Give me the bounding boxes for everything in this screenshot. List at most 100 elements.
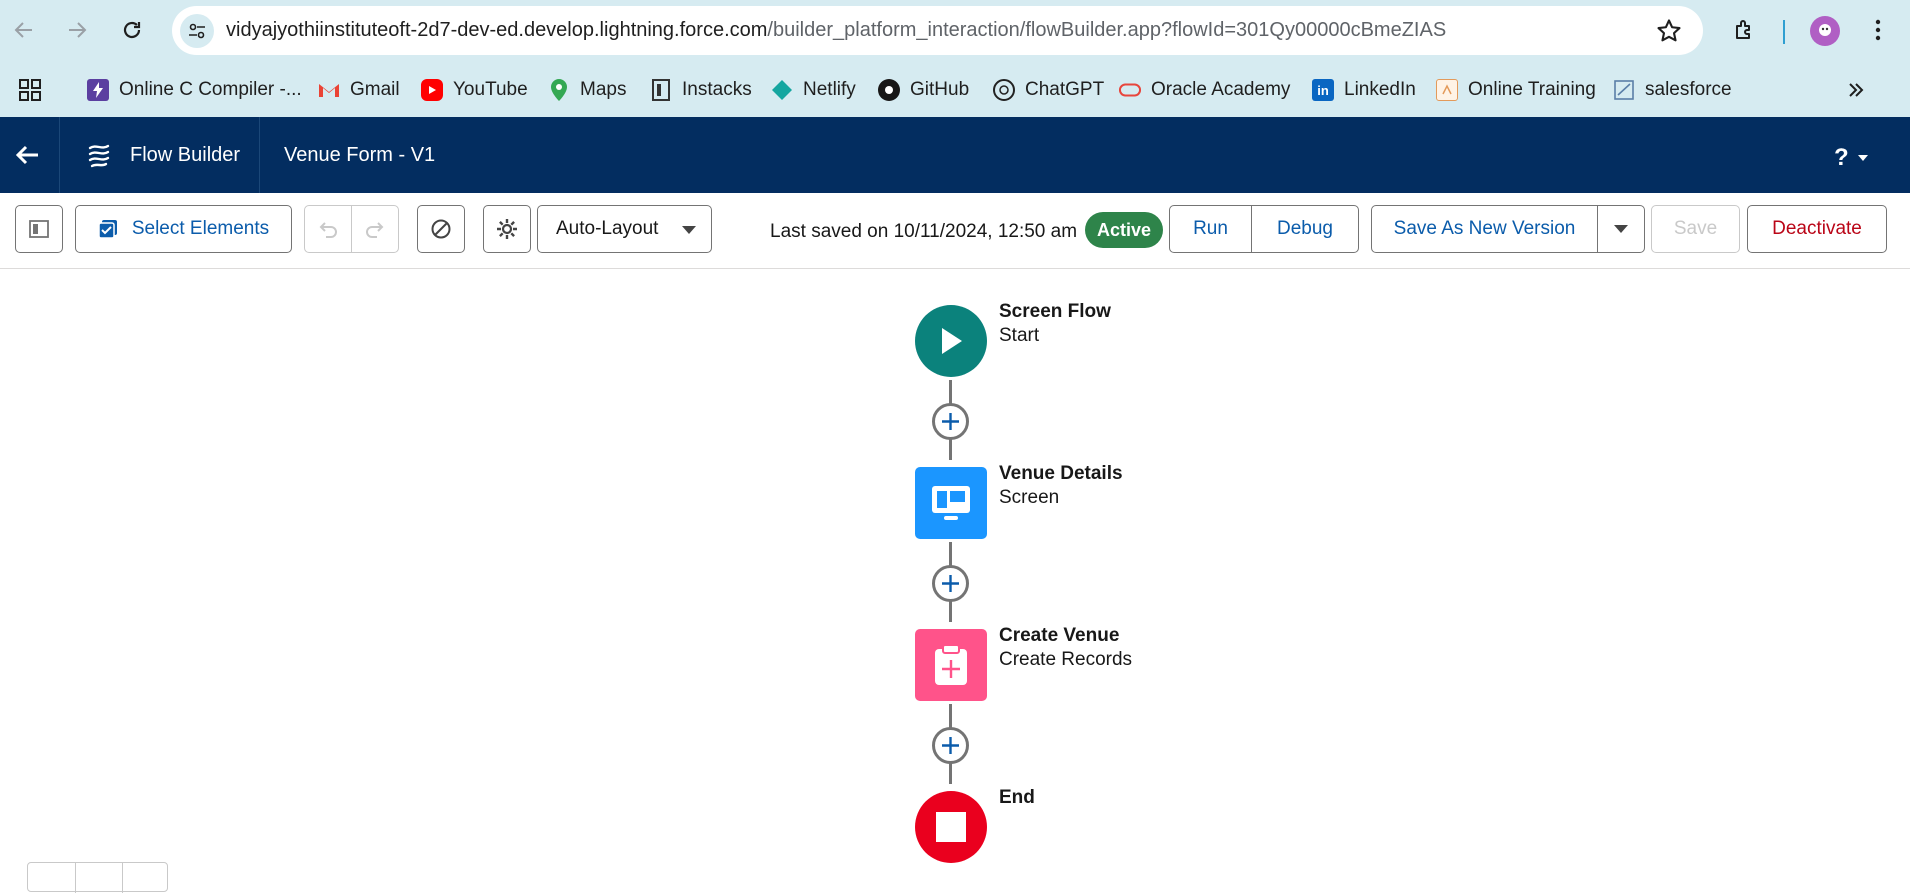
toggle-panel-button[interactable] <box>15 205 63 253</box>
run-label: Run <box>1193 218 1228 239</box>
plus-icon <box>942 413 959 430</box>
debug-button[interactable]: Debug <box>1251 205 1359 253</box>
maps-icon <box>548 79 570 101</box>
bookmark-label: salesforce <box>1645 79 1732 100</box>
address-bar[interactable]: vidyajyothiinstituteoft-2d7-dev-ed.devel… <box>172 6 1703 55</box>
layout-select[interactable]: Auto-Layout <box>537 205 712 253</box>
reload-icon[interactable] <box>114 12 150 48</box>
screen-node[interactable] <box>915 467 987 539</box>
stop-icon <box>936 812 966 842</box>
bookmark-netlify[interactable]: Netlify <box>771 76 856 104</box>
back-nav-icon[interactable] <box>6 12 42 48</box>
start-node-label[interactable]: Screen Flow Start <box>999 300 1111 348</box>
undo-button[interactable] <box>304 205 352 253</box>
canvas-zoom-controls[interactable] <box>27 862 168 893</box>
ban-icon <box>431 219 451 239</box>
select-elements-label: Select Elements <box>131 218 270 239</box>
zoom-divider <box>122 863 123 893</box>
bookmark-label: Netlify <box>803 79 856 100</box>
zoom-divider <box>75 863 76 893</box>
plus-icon <box>942 737 959 754</box>
save-button[interactable]: Save <box>1651 205 1740 253</box>
bookmark-youtube[interactable]: YouTube <box>421 76 528 104</box>
add-element-button[interactable] <box>932 403 969 440</box>
run-button[interactable]: Run <box>1169 205 1252 253</box>
chatgpt-icon <box>993 79 1015 101</box>
bookmark-online-c-compiler[interactable]: Online C Compiler -... <box>87 76 302 104</box>
play-icon <box>942 328 962 354</box>
app-name: Flow Builder <box>130 144 241 166</box>
deactivate-button[interactable]: Deactivate <box>1747 205 1887 253</box>
save-as-new-version-button[interactable]: Save As New Version <box>1371 205 1598 253</box>
bookmark-linkedin[interactable]: in LinkedIn <box>1312 76 1416 104</box>
flow-name: Venue Form - V1 <box>284 144 436 166</box>
undo-icon <box>319 222 337 238</box>
panel-toggle-icon <box>29 220 49 238</box>
save-options-dropdown[interactable] <box>1597 205 1645 253</box>
bookmark-github[interactable]: GitHub <box>878 76 969 104</box>
help-icon: ? <box>1834 144 1849 171</box>
extensions-icon[interactable] <box>1726 12 1762 48</box>
training-icon <box>1436 79 1458 101</box>
node-title: Venue Details <box>999 463 1123 484</box>
node-subtitle: Create Records <box>999 649 1133 670</box>
start-node[interactable] <box>915 305 987 377</box>
profile-avatar[interactable] <box>1810 16 1840 46</box>
add-element-button[interactable] <box>932 565 969 602</box>
end-node-label[interactable]: End <box>999 786 1035 810</box>
bookmark-maps[interactable]: Maps <box>548 76 626 104</box>
linkedin-icon: in <box>1312 79 1334 101</box>
plus-icon <box>942 575 959 592</box>
more-bookmarks-icon[interactable] <box>1846 76 1866 104</box>
screen-icon <box>932 486 970 520</box>
node-subtitle: Start <box>999 325 1040 346</box>
chevron-down-icon <box>682 226 696 234</box>
select-elements-button[interactable]: Select Elements <box>75 205 292 253</box>
bookmark-label: Maps <box>580 79 627 100</box>
bookmark-salesforce[interactable]: salesforce <box>1613 76 1732 104</box>
create-records-node-label[interactable]: Create Venue Create Records <box>999 624 1132 672</box>
netlify-icon <box>771 79 793 101</box>
bookmark-star-icon[interactable] <box>1655 17 1683 45</box>
back-arrow-icon[interactable] <box>12 139 44 171</box>
gmail-icon <box>318 79 340 101</box>
bookmark-oracle-academy[interactable]: Oracle Academy <box>1119 76 1290 104</box>
view-errors-button[interactable] <box>417 205 465 253</box>
apps-grid-icon[interactable] <box>18 76 42 104</box>
salesforce-icon <box>1613 79 1635 101</box>
bookmark-label: Oracle Academy <box>1151 79 1291 100</box>
bookmark-gmail[interactable]: Gmail <box>318 76 400 104</box>
layout-select-value: Auto-Layout <box>556 218 659 239</box>
screen-node-label[interactable]: Venue Details Screen <box>999 462 1123 510</box>
flow-builder-header: Flow Builder Venue Form - V1 ? <box>0 117 1910 193</box>
status-badge: Active <box>1085 212 1163 248</box>
bookmark-chatgpt[interactable]: ChatGPT <box>993 76 1104 104</box>
node-title: Screen Flow <box>999 301 1111 322</box>
flow-settings-button[interactable] <box>483 205 531 253</box>
bookmark-label: Gmail <box>350 79 400 100</box>
chevron-down-icon <box>1857 155 1868 161</box>
bookmark-label: YouTube <box>453 79 528 100</box>
header-divider <box>59 117 60 193</box>
bookmark-label: LinkedIn <box>1344 79 1416 100</box>
bookmark-label: GitHub <box>910 79 970 100</box>
node-subtitle: Screen <box>999 487 1060 508</box>
bookmark-label: ChatGPT <box>1025 79 1105 100</box>
url-text: vidyajyothiinstituteoft-2d7-dev-ed.devel… <box>226 19 1447 41</box>
toolbar-divider <box>1783 20 1785 44</box>
site-info-icon[interactable] <box>180 14 214 48</box>
end-node[interactable] <box>915 791 987 863</box>
instacks-icon <box>650 79 672 101</box>
browser-menu-icon[interactable] <box>1860 12 1896 48</box>
forward-nav-icon[interactable] <box>59 12 95 48</box>
lightning-icon <box>87 79 109 101</box>
github-icon <box>878 79 900 101</box>
bookmark-label: Online C Compiler -... <box>119 79 302 100</box>
create-records-node[interactable] <box>915 629 987 701</box>
oracle-icon <box>1119 79 1141 101</box>
redo-button[interactable] <box>351 205 399 253</box>
help-menu-button[interactable]: ? <box>1834 144 1869 172</box>
bookmark-instacks[interactable]: Instacks <box>650 76 752 104</box>
add-element-button[interactable] <box>932 727 969 764</box>
bookmark-online-training[interactable]: Online Training <box>1436 76 1596 104</box>
